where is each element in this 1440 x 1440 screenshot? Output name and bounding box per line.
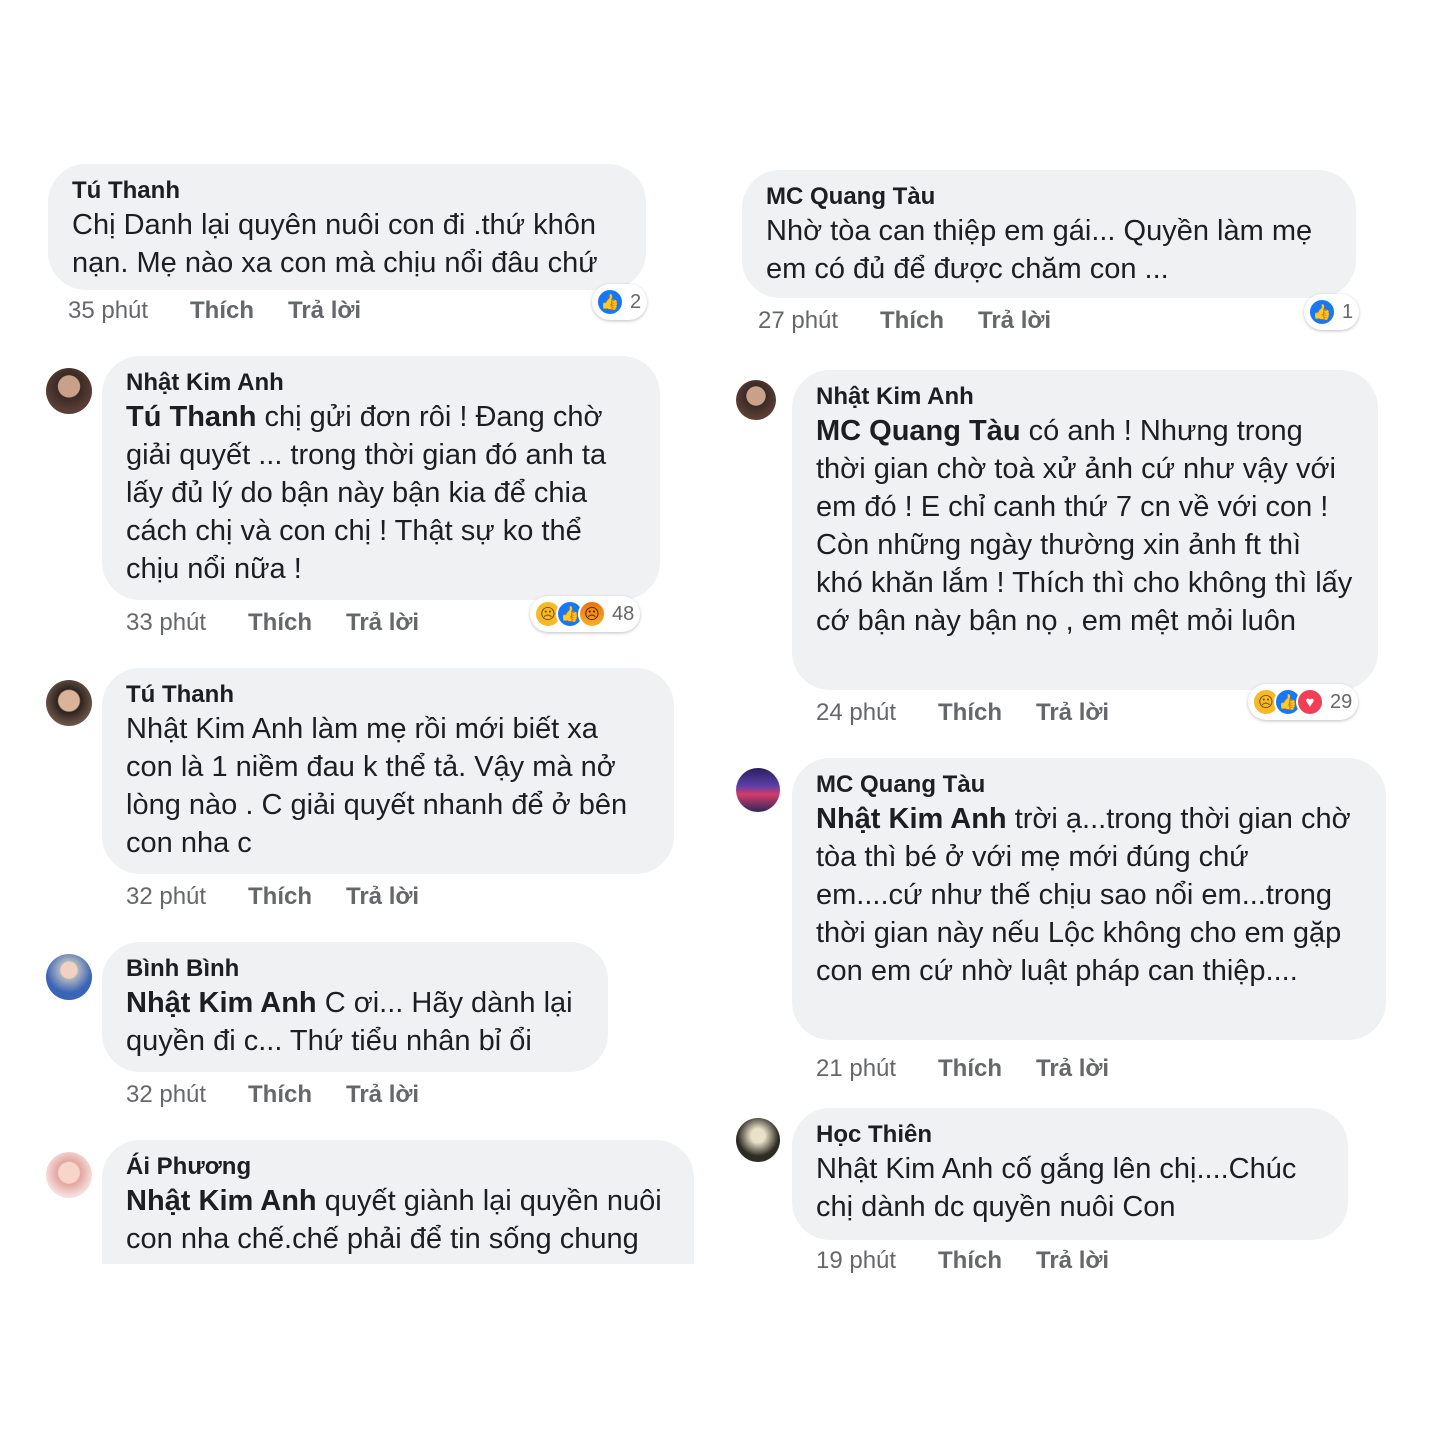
comment-time[interactable]: 21 phút [816, 1054, 938, 1084]
reaction-summary[interactable]: 👍 1 [1304, 294, 1360, 330]
comment-meta: 33 phút Thích Trả lời [126, 608, 419, 638]
comment-meta: 21 phút Thích Trả lời [816, 1054, 1109, 1084]
comment-text: Nhật Kim Anh trời ạ...trong thời gian ch… [816, 803, 1351, 987]
comment-meta: 32 phút Thích Trả lời [126, 882, 419, 912]
comment-text: Nhờ tòa can thiệp em gái... Quyền làm mẹ… [766, 215, 1313, 285]
comment-bubble: Bình Bình Nhật Kim Anh C ơi... Hãy dành … [102, 942, 608, 1072]
comment-bubble: Nhật Kim Anh Tú Thanh chị gửi đơn rôi ! … [102, 356, 660, 600]
reply-button[interactable]: Trả lời [346, 882, 419, 912]
comment-meta: 32 phút Thích Trả lời [126, 1080, 419, 1110]
angry-reaction-icon: ☹ [578, 600, 606, 628]
reply-button[interactable]: Trả lời [1036, 1054, 1109, 1084]
comment-mention[interactable]: Nhật Kim Anh [816, 803, 1007, 835]
reaction-summary[interactable]: ☹ 👍 ♥ 29 [1248, 684, 1359, 720]
comment-bubble: Tú Thanh Chị Danh lại quyên nuôi con đi … [48, 164, 646, 290]
comment-author[interactable]: Tú Thanh [72, 176, 622, 206]
reaction-count: 2 [630, 290, 642, 313]
reaction-count: 1 [1342, 300, 1354, 323]
comment-column-right: MC Quang Tàu Nhờ tòa can thiệp em gái...… [736, 160, 1392, 1276]
comment-time[interactable]: 33 phút [126, 608, 248, 638]
avatar[interactable] [46, 680, 92, 726]
comment-meta: 35 phút Thích Trả lời [68, 296, 361, 326]
comment-author[interactable]: Nhật Kim Anh [126, 368, 636, 398]
reaction-summary[interactable]: 👍 2 [592, 284, 648, 320]
comment-text: Chị Danh lại quyên nuôi con đi .thứ khôn… [72, 209, 598, 279]
comment-author[interactable]: Tú Thanh [126, 680, 650, 710]
like-reaction-icon: 👍 [1308, 298, 1336, 326]
comment-time[interactable]: 35 phút [68, 296, 190, 326]
like-button[interactable]: Thích [938, 1054, 1036, 1084]
reaction-summary[interactable]: ☹ 👍 ☹ 48 [530, 596, 641, 632]
like-button[interactable]: Thích [938, 1246, 1036, 1276]
comment-time[interactable]: 19 phút [816, 1246, 938, 1276]
comment-meta: 24 phút Thích Trả lời [816, 698, 1109, 728]
comment-author[interactable]: Học Thiên [816, 1120, 1324, 1150]
comment-mention[interactable]: Nhật Kim Anh [126, 1185, 317, 1217]
like-button[interactable]: Thích [938, 698, 1036, 728]
comment-text: MC Quang Tàu có anh ! Nhưng trong thời g… [816, 415, 1353, 637]
like-reaction-icon: 👍 [596, 288, 624, 316]
comment-mention[interactable]: Tú Thanh [126, 401, 256, 433]
avatar[interactable] [736, 768, 780, 812]
reply-button[interactable]: Trả lời [978, 306, 1051, 336]
comment-text: Nhật Kim Anh làm mẹ rồi mới biết xa con … [126, 713, 628, 859]
reply-button[interactable]: Trả lời [346, 608, 419, 638]
comment-text: Nhật Kim Anh quyết giành lại quyền nuôi … [126, 1185, 662, 1255]
avatar[interactable] [736, 1118, 780, 1162]
comment-author[interactable]: Bình Bình [126, 954, 584, 984]
comment-author[interactable]: Ái Phương [126, 1152, 670, 1182]
reply-button[interactable]: Trả lời [1036, 698, 1109, 728]
comment-bubble: Ái Phương Nhật Kim Anh quyết giành lại q… [102, 1140, 694, 1264]
comment-bubble: Học Thiên Nhật Kim Anh cố gắng lên chị..… [792, 1108, 1348, 1240]
reply-button[interactable]: Trả lời [1036, 1246, 1109, 1276]
reaction-count: 29 [1330, 690, 1353, 713]
avatar[interactable] [736, 380, 776, 420]
comment-text: Tú Thanh chị gửi đơn rôi ! Đang chờ giải… [126, 401, 607, 585]
comment-author[interactable]: MC Quang Tàu [766, 182, 1332, 212]
comment-meta: 19 phút Thích Trả lời [816, 1246, 1109, 1276]
comment-bubble: Nhật Kim Anh MC Quang Tàu có anh ! Nhưng… [792, 370, 1378, 690]
comment-time[interactable]: 27 phút [758, 306, 880, 336]
avatar[interactable] [46, 954, 92, 1000]
like-button[interactable]: Thích [248, 882, 346, 912]
comment-meta: 27 phút Thích Trả lời [758, 306, 1051, 336]
comment-text: Nhật Kim Anh C ơi... Hãy dành lại quyền … [126, 987, 573, 1057]
comment-author[interactable]: Nhật Kim Anh [816, 382, 1354, 412]
love-reaction-icon: ♥ [1296, 688, 1324, 716]
like-button[interactable]: Thích [880, 306, 978, 336]
comment-bubble: MC Quang Tàu Nhật Kim Anh trời ạ...trong… [792, 758, 1386, 1040]
comment-column-left: Tú Thanh Chị Danh lại quyên nuôi con đi … [46, 160, 696, 1264]
like-button[interactable]: Thích [248, 608, 346, 638]
comment-bubble: Tú Thanh Nhật Kim Anh làm mẹ rồi mới biế… [102, 668, 674, 874]
reply-button[interactable]: Trả lời [288, 296, 361, 326]
comment-time[interactable]: 32 phút [126, 1080, 248, 1110]
reaction-count: 48 [612, 602, 635, 625]
avatar[interactable] [46, 1152, 92, 1198]
comment-author[interactable]: MC Quang Tàu [816, 770, 1362, 800]
like-button[interactable]: Thích [190, 296, 288, 326]
comment-bubble: MC Quang Tàu Nhờ tòa can thiệp em gái...… [742, 170, 1356, 298]
comment-text: Nhật Kim Anh cố gắng lên chị....Chúc chị… [816, 1153, 1297, 1223]
avatar[interactable] [46, 368, 92, 414]
comment-time[interactable]: 24 phút [816, 698, 938, 728]
comment-time[interactable]: 32 phút [126, 882, 248, 912]
comment-mention[interactable]: MC Quang Tàu [816, 415, 1021, 447]
comment-mention[interactable]: Nhật Kim Anh [126, 987, 317, 1019]
like-button[interactable]: Thích [248, 1080, 346, 1110]
reply-button[interactable]: Trả lời [346, 1080, 419, 1110]
